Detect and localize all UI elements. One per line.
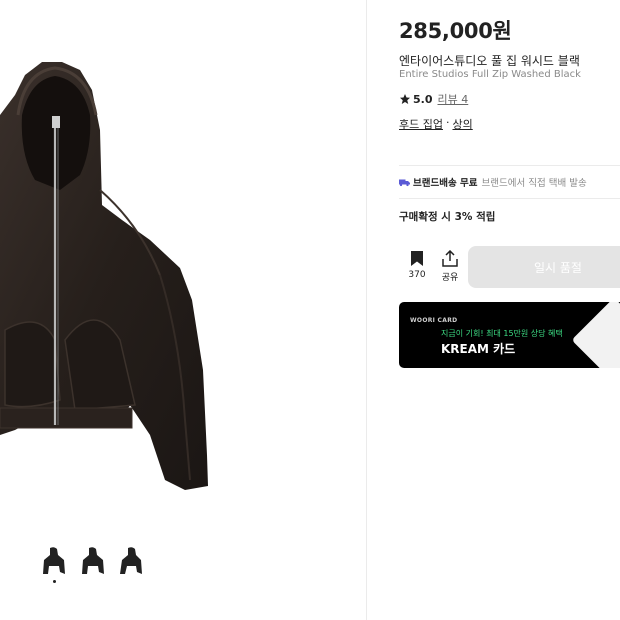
thumbnail-active-indicator	[53, 580, 56, 583]
breadcrumb-separator: ·	[445, 116, 450, 129]
kream-card-banner[interactable]: WOORI CARD 지금이 기회! 최대 15만원 상당 혜택 KREAM 카…	[399, 302, 620, 368]
truck-icon	[399, 179, 410, 186]
thumbnail-3[interactable]	[119, 546, 143, 576]
share-button[interactable]: 공유	[436, 250, 464, 283]
thumbnail-1[interactable]	[42, 546, 66, 576]
thumbnail-strip	[42, 546, 152, 586]
shipping-info: 브랜드배송 무료 브랜드에서 직접 택배 발송	[399, 175, 587, 189]
product-info-panel: 285,000원 엔타이어스튜디오 풀 집 워시드 블랙 Entire Stud…	[367, 0, 620, 620]
product-title-en: Entire Studios Full Zip Washed Black	[399, 69, 581, 80]
product-title-ko: 엔타이어스튜디오 풀 집 워시드 블랙	[399, 54, 580, 68]
category-link-hood-zipup[interactable]: 후드 집업	[399, 116, 443, 132]
points-info: 구매확정 시 3% 적립	[399, 211, 496, 223]
thumbnail-2[interactable]	[81, 546, 105, 576]
bookmark-icon	[411, 251, 423, 266]
banner-brand: WOORI CARD	[410, 317, 458, 324]
banner-promo: 지금이 기회! 최대 15만원 상당 혜택	[441, 329, 563, 338]
category-link-tops[interactable]: 상의	[452, 116, 472, 132]
buy-button-soldout[interactable]: 일시 품절	[468, 246, 620, 288]
bookmark-button[interactable]: 370	[403, 250, 431, 280]
banner-title: KREAM 카드	[441, 342, 516, 356]
shipping-label: 브랜드배송 무료	[413, 178, 478, 189]
divider-line	[399, 165, 620, 166]
product-rating: 5.0 리뷰 4	[399, 91, 468, 107]
rating-value: 5.0	[413, 92, 433, 106]
card-illustration	[571, 302, 620, 368]
star-icon	[400, 94, 410, 104]
share-icon	[442, 250, 458, 267]
bookmark-count: 370	[408, 270, 426, 280]
review-link[interactable]: 리뷰 4	[438, 91, 469, 107]
shipping-description: 브랜드에서 직접 택배 발송	[481, 178, 587, 189]
product-gallery	[0, 0, 366, 620]
share-label: 공유	[441, 273, 459, 283]
divider-line	[399, 198, 620, 199]
breadcrumb: 후드 집업 · 상의	[399, 116, 473, 132]
product-price: 285,000원	[399, 19, 512, 43]
product-main-image[interactable]	[0, 40, 230, 500]
